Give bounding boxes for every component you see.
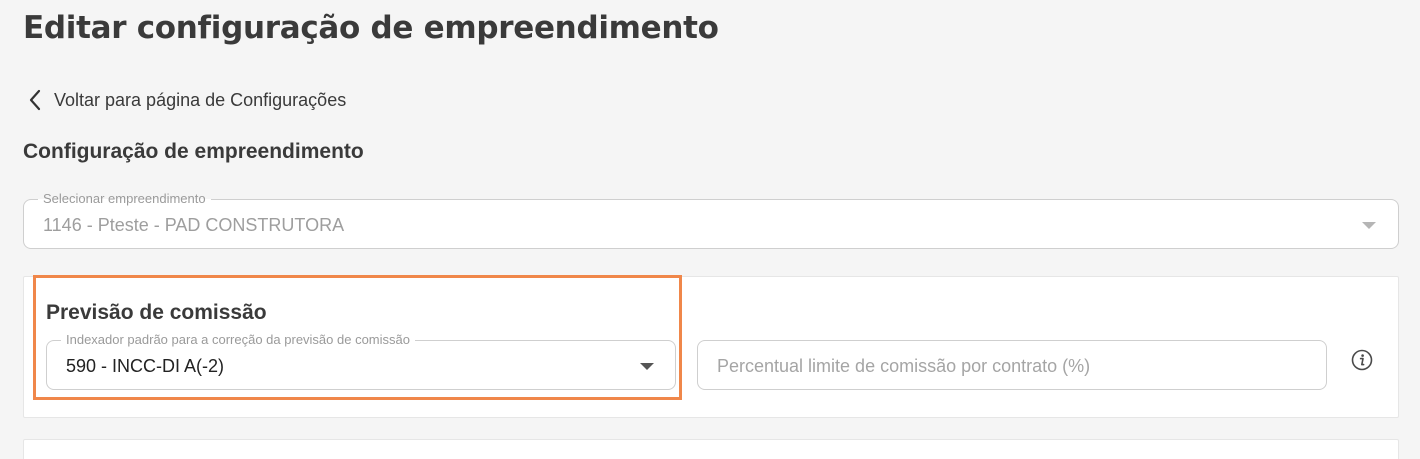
info-icon[interactable]	[1351, 349, 1373, 371]
arrow-down-icon	[1362, 222, 1376, 229]
next-panel	[23, 439, 1399, 459]
chevron-left-icon	[28, 89, 42, 111]
page-title: Editar configuração de empreendimento	[23, 10, 719, 46]
indexer-select-value: 590 - INCC-DI A(-2)	[66, 356, 225, 376]
percent-limit-input[interactable]: Percentual limite de comissão por contra…	[697, 340, 1327, 390]
commission-title: Previsão de comissão	[46, 301, 267, 324]
indexer-select[interactable]: Indexador padrão para a correção da prev…	[46, 332, 676, 390]
back-link-label: Voltar para página de Configurações	[54, 89, 347, 110]
arrow-down-icon	[640, 363, 654, 370]
indexer-select-label: Indexador padrão para a correção da prev…	[61, 332, 415, 348]
percent-limit-placeholder: Percentual limite de comissão por contra…	[717, 356, 1091, 376]
section-title: Configuração de empreendimento	[23, 140, 364, 163]
enterprise-select[interactable]: Selecionar empreendimento 1146 - Pteste …	[23, 191, 1399, 249]
page: Editar configuração de empreendimento Vo…	[0, 0, 1420, 459]
back-link[interactable]: Voltar para página de Configurações	[28, 89, 346, 111]
enterprise-select-value: 1146 - Pteste - PAD CONSTRUTORA	[43, 215, 345, 235]
enterprise-select-label: Selecionar empreendimento	[38, 191, 211, 207]
